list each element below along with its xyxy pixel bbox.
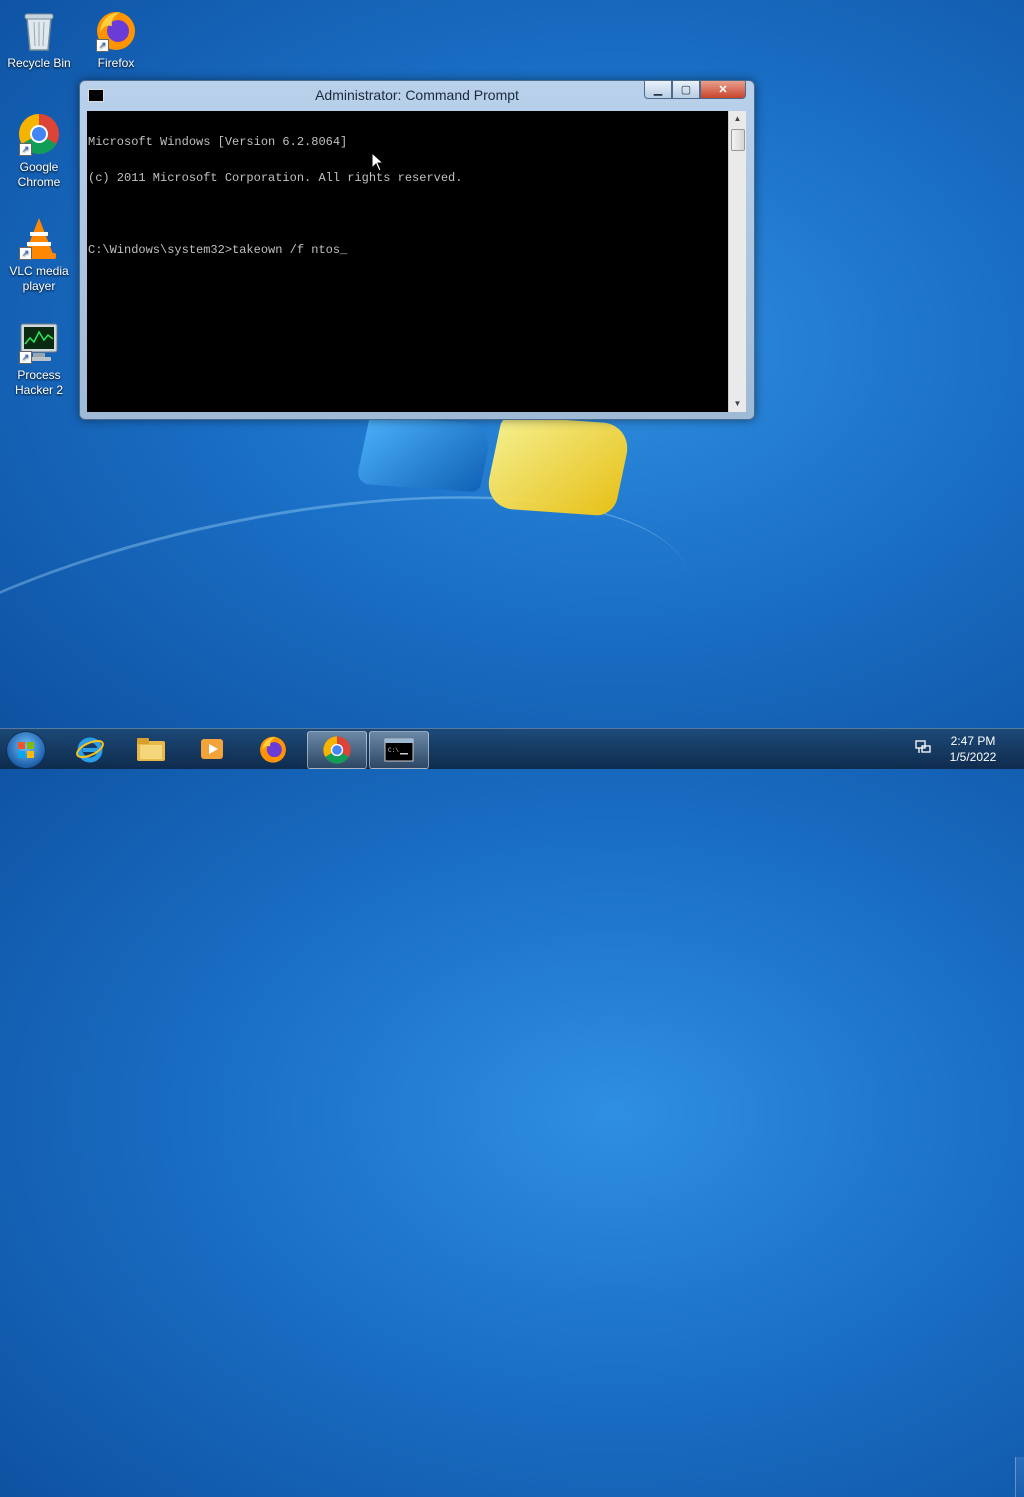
recycle-bin-icon bbox=[17, 8, 61, 52]
taskbar-internet-explorer[interactable] bbox=[61, 731, 119, 767]
show-desktop-button[interactable] bbox=[1015, 1457, 1024, 1497]
taskbar-media-player[interactable] bbox=[183, 731, 241, 767]
desktop-icon-vlc[interactable]: ↗ VLC media player bbox=[1, 216, 77, 294]
taskbar-command-prompt[interactable]: C:\ bbox=[369, 731, 429, 769]
minimize-icon: ▁ bbox=[653, 84, 663, 96]
scroll-up-button[interactable]: ▲ bbox=[729, 111, 746, 127]
command-prompt-icon: C:\ bbox=[384, 738, 414, 762]
command-prompt-window[interactable]: Administrator: Command Prompt ▁ ▢ ✕ Micr… bbox=[79, 80, 755, 420]
desktop-icon-google-chrome[interactable]: ↗ Google Chrome bbox=[1, 112, 77, 190]
desktop-icon-label: Process Hacker 2 bbox=[14, 368, 64, 397]
wallpaper-logo-blue bbox=[355, 415, 494, 493]
clock-date: 1/5/2022 bbox=[949, 750, 997, 764]
taskbar: C:\ bbox=[0, 728, 1024, 1497]
vlc-icon: ↗ bbox=[17, 216, 61, 260]
minimize-button[interactable]: ▁ bbox=[644, 81, 672, 99]
console-line: Microsoft Windows [Version 6.2.8064] bbox=[88, 135, 348, 149]
windows-logo-icon bbox=[18, 742, 34, 758]
shortcut-arrow-icon: ↗ bbox=[19, 143, 32, 156]
svg-text:C:\: C:\ bbox=[388, 747, 399, 754]
desktop-icon-label: VLC media player bbox=[9, 264, 69, 293]
desktop-icon-process-hacker[interactable]: ↗ Process Hacker 2 bbox=[1, 320, 77, 398]
desktop-icon-firefox[interactable]: ↗ Firefox bbox=[78, 8, 154, 71]
clock-time: 2:47 PM bbox=[950, 734, 996, 748]
close-icon: ✕ bbox=[718, 84, 728, 96]
desktop-icon-label: Recycle Bin bbox=[7, 56, 71, 70]
start-button[interactable] bbox=[6, 731, 46, 769]
scroll-thumb[interactable] bbox=[731, 129, 745, 151]
network-icon[interactable] bbox=[914, 738, 932, 756]
shortcut-arrow-icon: ↗ bbox=[19, 247, 32, 260]
console-line: (c) 2011 Microsoft Corporation. All righ… bbox=[88, 171, 463, 185]
scroll-down-button[interactable]: ▼ bbox=[729, 396, 746, 412]
taskbar-clock[interactable]: 2:47 PM 1/5/2022 bbox=[936, 733, 1010, 765]
taskbar-chrome[interactable] bbox=[307, 731, 367, 769]
vertical-scrollbar[interactable]: ▲ ▼ bbox=[728, 111, 746, 412]
console-output[interactable]: Microsoft Windows [Version 6.2.8064] (c)… bbox=[87, 111, 728, 412]
console-input-line[interactable]: C:\Windows\system32>takeown /f ntos_ bbox=[88, 244, 728, 256]
wallpaper-logo-yellow bbox=[483, 415, 633, 517]
taskbar-file-explorer[interactable] bbox=[122, 731, 180, 767]
desktop-icon-label: Google Chrome bbox=[17, 160, 61, 189]
maximize-button[interactable]: ▢ bbox=[672, 81, 700, 99]
firefox-icon: ↗ bbox=[94, 8, 138, 52]
desktop-icon-recycle-bin[interactable]: Recycle Bin bbox=[1, 8, 77, 71]
desktop-icon-label: Firefox bbox=[97, 56, 135, 70]
chrome-icon bbox=[323, 736, 351, 764]
maximize-icon: ▢ bbox=[680, 84, 692, 96]
taskbar-firefox[interactable] bbox=[244, 731, 302, 767]
chrome-icon: ↗ bbox=[17, 112, 61, 156]
file-explorer-icon bbox=[137, 738, 165, 761]
internet-explorer-icon bbox=[76, 737, 104, 763]
firefox-icon bbox=[260, 736, 286, 763]
close-button[interactable]: ✕ bbox=[700, 81, 746, 99]
process-hacker-icon: ↗ bbox=[17, 320, 61, 364]
shortcut-arrow-icon: ↗ bbox=[96, 39, 109, 52]
shortcut-arrow-icon: ↗ bbox=[19, 351, 32, 364]
mouse-cursor-icon bbox=[371, 152, 385, 172]
window-controls: ▁ ▢ ✕ bbox=[644, 81, 746, 99]
window-titlebar[interactable]: Administrator: Command Prompt ▁ ▢ ✕ bbox=[80, 81, 754, 109]
media-player-icon bbox=[201, 739, 223, 759]
